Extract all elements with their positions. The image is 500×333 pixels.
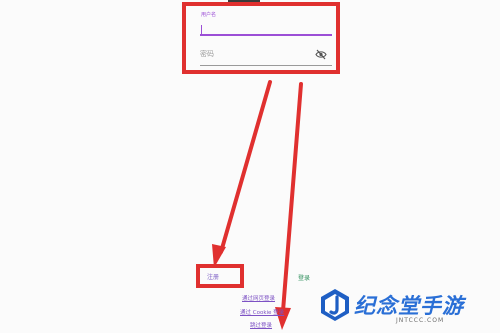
highlight-box-login-fields (182, 2, 340, 74)
register-button[interactable]: 注册 (207, 272, 219, 281)
watermark-logo-icon (321, 289, 349, 321)
watermark-url: JNTCCC.COM (396, 317, 445, 324)
watermark-title: 纪念堂手游 (354, 294, 464, 318)
arrow-to-register (212, 80, 272, 268)
cookie-login-link[interactable]: 通过 Cookie 登录 (240, 308, 284, 316)
login-button[interactable]: 登录 (298, 273, 310, 282)
web-login-link[interactable]: 通过网页登录 (242, 294, 275, 302)
highlight-box-register (196, 264, 244, 288)
watermark: 纪念堂手游 JNTCCC.COM (320, 288, 498, 328)
skip-login-link[interactable]: 跳过登录 (250, 321, 272, 329)
arrow-to-skip-login (275, 82, 303, 330)
